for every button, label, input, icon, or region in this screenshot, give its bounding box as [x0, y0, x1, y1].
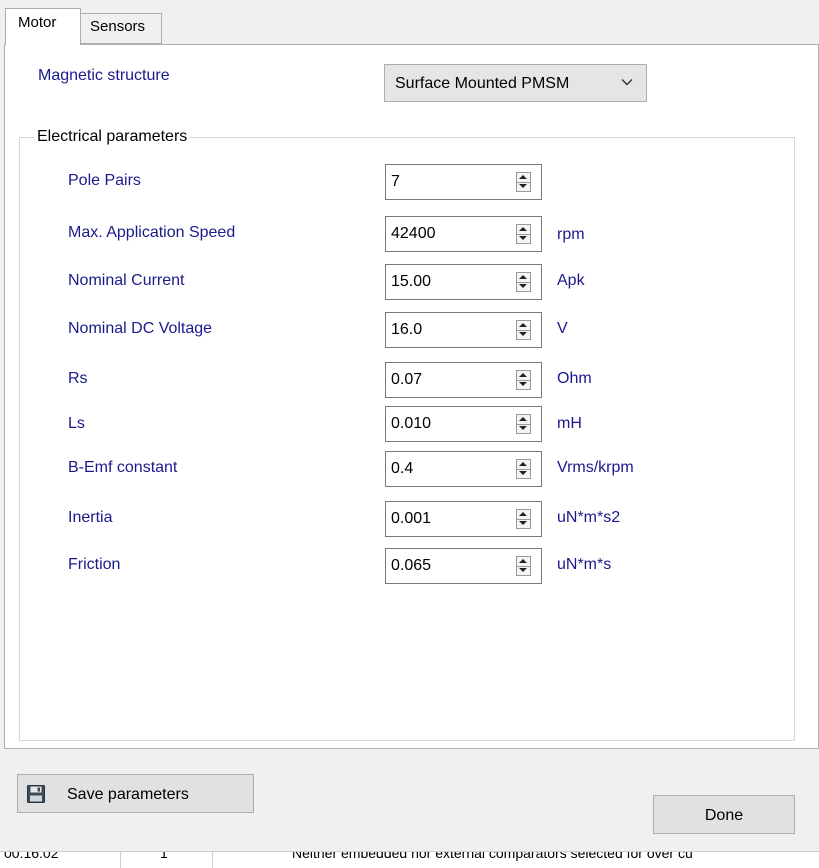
inertia-unit: uN*m*s2 — [557, 509, 621, 526]
inertia-input[interactable]: 0.001 — [385, 501, 542, 537]
pole-pairs-input[interactable]: 7 — [385, 164, 542, 200]
log-index: 1 — [160, 851, 168, 861]
inertia-label: Inertia — [68, 509, 113, 526]
log-row: 00:16:02 1 Neither embedded nor external… — [0, 851, 819, 868]
friction-label: Friction — [68, 556, 121, 573]
max-speed-value: 42400 — [391, 225, 436, 242]
log-time: 00:16:02 — [4, 851, 59, 861]
nominal-current-label: Nominal Current — [68, 272, 185, 289]
inertia-spinner[interactable] — [516, 509, 531, 529]
rs-label: Rs — [68, 370, 88, 387]
save-parameters-label: Save parameters — [67, 786, 189, 803]
friction-input[interactable]: 0.065 — [385, 548, 542, 584]
inertia-value: 0.001 — [391, 510, 432, 527]
tab-strip: Motor Sensors — [0, 0, 819, 45]
decrement-arrow-icon[interactable] — [517, 566, 530, 575]
ls-value: 0.010 — [391, 415, 432, 432]
magnetic-structure-selected: Surface Mounted PMSM — [395, 75, 570, 92]
tab-sensors-label: Sensors — [90, 18, 146, 35]
rs-input[interactable]: 0.07 — [385, 362, 542, 398]
nominal-dc-voltage-value: 16.0 — [391, 321, 423, 338]
pole-pairs-value: 7 — [391, 173, 400, 190]
nominal-dc-voltage-input[interactable]: 16.0 — [385, 312, 542, 348]
nominal-dc-voltage-unit: V — [557, 320, 568, 337]
magnetic-structure-dropdown[interactable]: Surface Mounted PMSM — [384, 64, 647, 102]
tab-motor-label: Motor — [18, 14, 57, 31]
nominal-current-unit: Apk — [557, 272, 585, 289]
save-parameters-button[interactable]: Save parameters — [17, 774, 254, 813]
decrement-arrow-icon[interactable] — [517, 234, 530, 243]
decrement-arrow-icon[interactable] — [517, 380, 530, 389]
decrement-arrow-icon[interactable] — [517, 182, 530, 191]
magnetic-structure-label: Magnetic structure — [38, 67, 170, 84]
ls-spinner[interactable] — [516, 414, 531, 434]
floppy-disk-icon — [27, 785, 45, 803]
bemf-constant-spinner[interactable] — [516, 459, 531, 479]
pole-pairs-spinner[interactable] — [516, 172, 531, 192]
max-speed-label: Max. Application Speed — [68, 224, 236, 241]
chevron-down-icon — [621, 79, 633, 86]
ls-unit: mH — [557, 415, 582, 432]
max-speed-input[interactable]: 42400 — [385, 216, 542, 252]
friction-unit: uN*m*s — [557, 556, 612, 573]
bemf-constant-input[interactable]: 0.4 — [385, 451, 542, 487]
log-message: Neither embedded nor external comparator… — [292, 851, 693, 861]
log-column-divider — [212, 852, 213, 868]
rs-spinner[interactable] — [516, 370, 531, 390]
tab-motor[interactable]: Motor — [5, 8, 81, 45]
pole-pairs-label: Pole Pairs — [68, 172, 141, 189]
rs-unit: Ohm — [557, 370, 592, 387]
nominal-dc-voltage-label: Nominal DC Voltage — [68, 320, 213, 337]
done-label: Done — [704, 807, 744, 824]
decrement-arrow-icon[interactable] — [517, 469, 530, 478]
decrement-arrow-icon[interactable] — [517, 282, 530, 291]
log-column-divider — [120, 852, 121, 868]
bemf-constant-value: 0.4 — [391, 460, 414, 477]
bemf-constant-unit: Vrms/krpm — [557, 459, 634, 476]
bemf-constant-label: B-Emf constant — [68, 459, 178, 476]
nominal-current-value: 15.00 — [391, 273, 432, 290]
friction-value: 0.065 — [391, 557, 432, 574]
friction-spinner[interactable] — [516, 556, 531, 576]
tab-sensors[interactable]: Sensors — [80, 13, 162, 44]
rs-value: 0.07 — [391, 371, 423, 388]
decrement-arrow-icon[interactable] — [517, 519, 530, 528]
max-speed-unit: rpm — [557, 226, 585, 243]
ls-input[interactable]: 0.010 — [385, 406, 542, 442]
nominal-current-spinner[interactable] — [516, 272, 531, 292]
electrical-parameters-title: Electrical parameters — [34, 129, 191, 145]
ls-label: Ls — [68, 415, 85, 432]
decrement-arrow-icon[interactable] — [517, 330, 530, 339]
nominal-current-input[interactable]: 15.00 — [385, 264, 542, 300]
nominal-dc-voltage-spinner[interactable] — [516, 320, 531, 340]
decrement-arrow-icon[interactable] — [517, 424, 530, 433]
done-button[interactable]: Done — [653, 795, 795, 834]
max-speed-spinner[interactable] — [516, 224, 531, 244]
